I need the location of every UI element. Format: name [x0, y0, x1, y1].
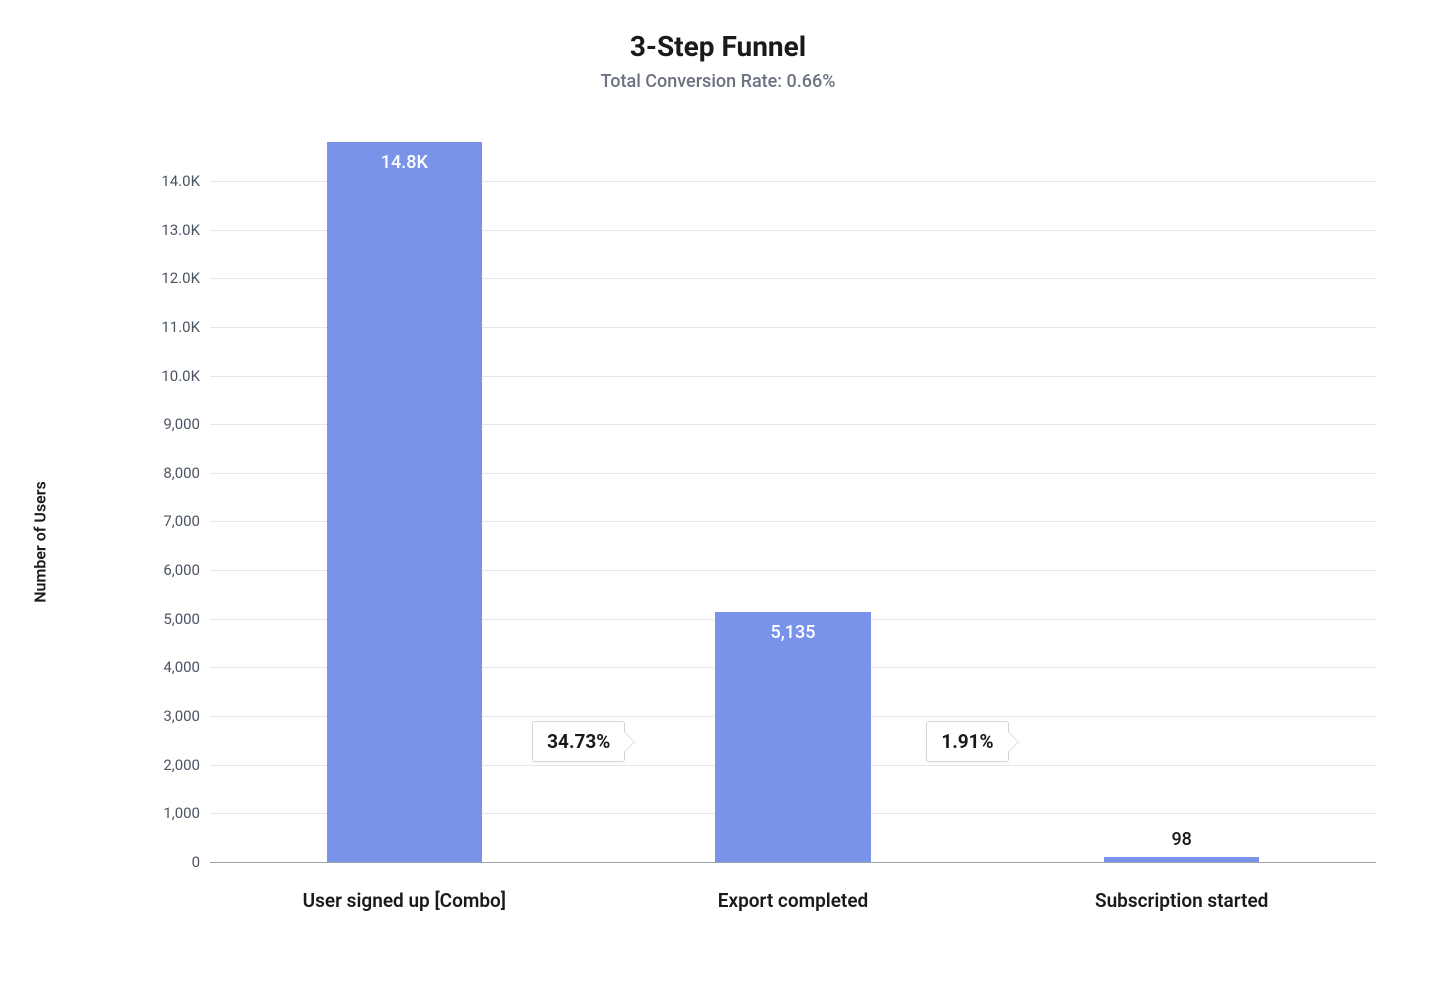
y-axis-label: Number of Users	[31, 481, 50, 603]
y-tick-label: 1,000	[140, 804, 200, 822]
y-tick-label: 4,000	[140, 658, 200, 676]
chart-subtitle: Total Conversion Rate: 0.66%	[60, 71, 1376, 92]
y-tick-label: 11.0K	[140, 318, 200, 336]
y-tick-label: 0	[140, 853, 200, 871]
x-tick-label: User signed up [Combo]	[210, 889, 599, 912]
y-tick-label: 14.0K	[140, 172, 200, 190]
bar-value-label: 5,135	[771, 622, 816, 643]
bar[interactable]: 98	[1104, 857, 1259, 862]
chart-title: 3-Step Funnel	[60, 30, 1376, 63]
y-tick-label: 10.0K	[140, 367, 200, 385]
y-tick-label: 3,000	[140, 707, 200, 725]
bar[interactable]: 5,135	[715, 612, 870, 862]
bar-value-label: 98	[1171, 829, 1191, 850]
y-tick-label: 12.0K	[140, 269, 200, 287]
y-tick-label: 9,000	[140, 415, 200, 433]
gridline	[210, 862, 1376, 863]
conversion-rate-tag: 1.91%	[926, 721, 1008, 762]
x-axis-labels: User signed up [Combo]Export completedSu…	[210, 889, 1376, 912]
bar[interactable]: 14.8K	[327, 142, 482, 862]
chart-header: 3-Step Funnel Total Conversion Rate: 0.6…	[60, 30, 1376, 92]
x-tick-label: Subscription started	[987, 889, 1376, 912]
plot-area: 01,0002,0003,0004,0005,0006,0007,0008,00…	[140, 142, 1376, 862]
bar-column: 98	[987, 142, 1376, 862]
bars-container: 14.8K 5,135 98	[210, 142, 1376, 862]
x-tick-label: Export completed	[599, 889, 988, 912]
y-tick-label: 8,000	[140, 464, 200, 482]
y-tick-label: 2,000	[140, 756, 200, 774]
chart-area: Number of Users 01,0002,0003,0004,0005,0…	[60, 142, 1376, 942]
y-tick-label: 13.0K	[140, 221, 200, 239]
y-tick-label: 5,000	[140, 610, 200, 628]
bar-value-label: 14.8K	[381, 152, 428, 173]
y-tick-label: 7,000	[140, 512, 200, 530]
y-tick-label: 6,000	[140, 561, 200, 579]
conversion-rate-tag: 34.73%	[532, 721, 625, 762]
